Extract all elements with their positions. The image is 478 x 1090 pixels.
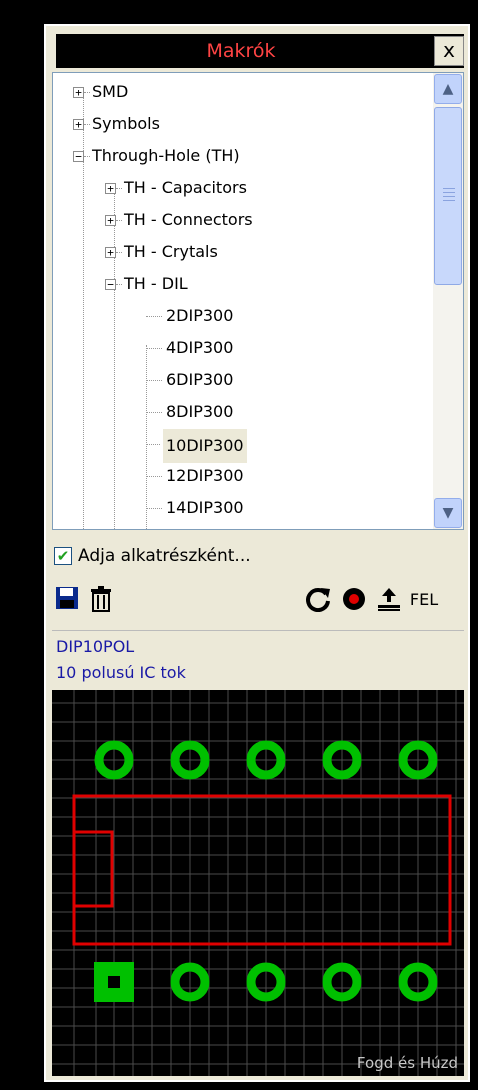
- collapse-icon[interactable]: −: [105, 279, 116, 290]
- footprint-canvas: [52, 690, 464, 1076]
- tree-connector: [146, 476, 162, 477]
- macro-info: DIP10POL 10 polusú IC tok: [52, 630, 464, 689]
- tree-node-label: Symbols: [92, 114, 160, 133]
- scroll-down-button[interactable]: ▼: [434, 498, 462, 528]
- pin1-notch: [72, 830, 114, 908]
- tree-node-label: TH - Connectors: [124, 210, 253, 229]
- tree-connector: [146, 380, 162, 381]
- ic-outline: [72, 794, 452, 946]
- tree-connector: [146, 345, 147, 529]
- drag-hint: Fogd és Húzd: [356, 1054, 458, 1072]
- tree-connector: [146, 508, 162, 509]
- tree-connector: [116, 284, 122, 285]
- tree-connector: [116, 252, 122, 253]
- close-button[interactable]: x: [434, 36, 464, 66]
- record-button[interactable]: [340, 586, 368, 614]
- grip-line: [443, 188, 455, 189]
- upload-icon: [378, 588, 400, 611]
- tree-node-label: 4DIP300: [166, 338, 234, 357]
- tree-node-label: 10DIP300: [163, 429, 247, 463]
- bottom-pads: [94, 962, 438, 1002]
- expand-icon[interactable]: +: [73, 119, 84, 130]
- save-button[interactable]: [54, 586, 80, 614]
- upload-button[interactable]: [376, 586, 402, 614]
- tree-connector: [146, 316, 162, 317]
- expand-icon[interactable]: +: [105, 183, 116, 194]
- macro-tree: + SMD + Symbols − Through-Hole (TH) + TH…: [52, 72, 464, 530]
- tree-node-label: 8DIP300: [166, 402, 234, 421]
- footprint-preview[interactable]: Fogd és Húzd: [52, 690, 464, 1076]
- tree-node-label: TH - DIL: [124, 274, 188, 293]
- tree-node-label: Through-Hole (TH): [92, 146, 240, 165]
- rotate-icon: [306, 588, 330, 613]
- panel-title: Makrók: [206, 40, 276, 62]
- tree-node-label: 2DIP300: [166, 306, 234, 325]
- macro-name: DIP10POL: [56, 637, 135, 656]
- tree-connector: [84, 156, 90, 157]
- tree-connector: [116, 188, 122, 189]
- add-as-component-checkbox[interactable]: ✔: [54, 547, 72, 565]
- tree-node-label: 6DIP300: [166, 370, 234, 389]
- rotate-button[interactable]: [304, 586, 332, 614]
- upload-label[interactable]: FEL: [404, 586, 444, 614]
- grip-line: [443, 200, 455, 201]
- window-frame: Makrók x + SMD + Symbols − Through-Hole …: [18, 0, 470, 1090]
- tree-connector: [146, 412, 162, 413]
- add-as-component-label: Adja alkatrészként...: [78, 546, 251, 566]
- delete-button[interactable]: [88, 586, 114, 614]
- tree-connector: [84, 124, 90, 125]
- tree-connector: [116, 220, 122, 221]
- expand-icon[interactable]: +: [105, 215, 116, 226]
- grip-line: [443, 196, 455, 197]
- macro-description: 10 polusú IC tok: [56, 663, 186, 682]
- expand-icon[interactable]: +: [105, 247, 116, 258]
- scroll-thumb[interactable]: [434, 107, 462, 285]
- expand-icon[interactable]: +: [73, 87, 84, 98]
- scroll-up-button[interactable]: ▲: [434, 74, 462, 104]
- tree-scrollbar[interactable]: ▲ ▼: [433, 73, 463, 529]
- record-icon: [343, 588, 365, 610]
- grip-line: [443, 192, 455, 193]
- macros-panel: Makrók x + SMD + Symbols − Through-Hole …: [44, 24, 470, 1082]
- toolbar: FEL: [46, 578, 468, 622]
- tree-connector: [146, 348, 162, 349]
- tree-node-label: 12DIP300: [166, 466, 244, 485]
- tree-connector: [146, 444, 160, 445]
- tree-node-label: 14DIP300: [166, 498, 244, 517]
- tree-node-label: SMD: [92, 82, 129, 101]
- tree-connector: [114, 185, 115, 529]
- tree-node-label: TH - Crytals: [124, 242, 218, 261]
- collapse-icon[interactable]: −: [73, 151, 84, 162]
- trash-icon: [91, 586, 111, 612]
- tree-node-label: TH - Capacitors: [124, 178, 247, 197]
- title-bar: Makrók x: [56, 34, 464, 68]
- tree-connector: [84, 92, 90, 93]
- floppy-disk-icon: [56, 587, 78, 609]
